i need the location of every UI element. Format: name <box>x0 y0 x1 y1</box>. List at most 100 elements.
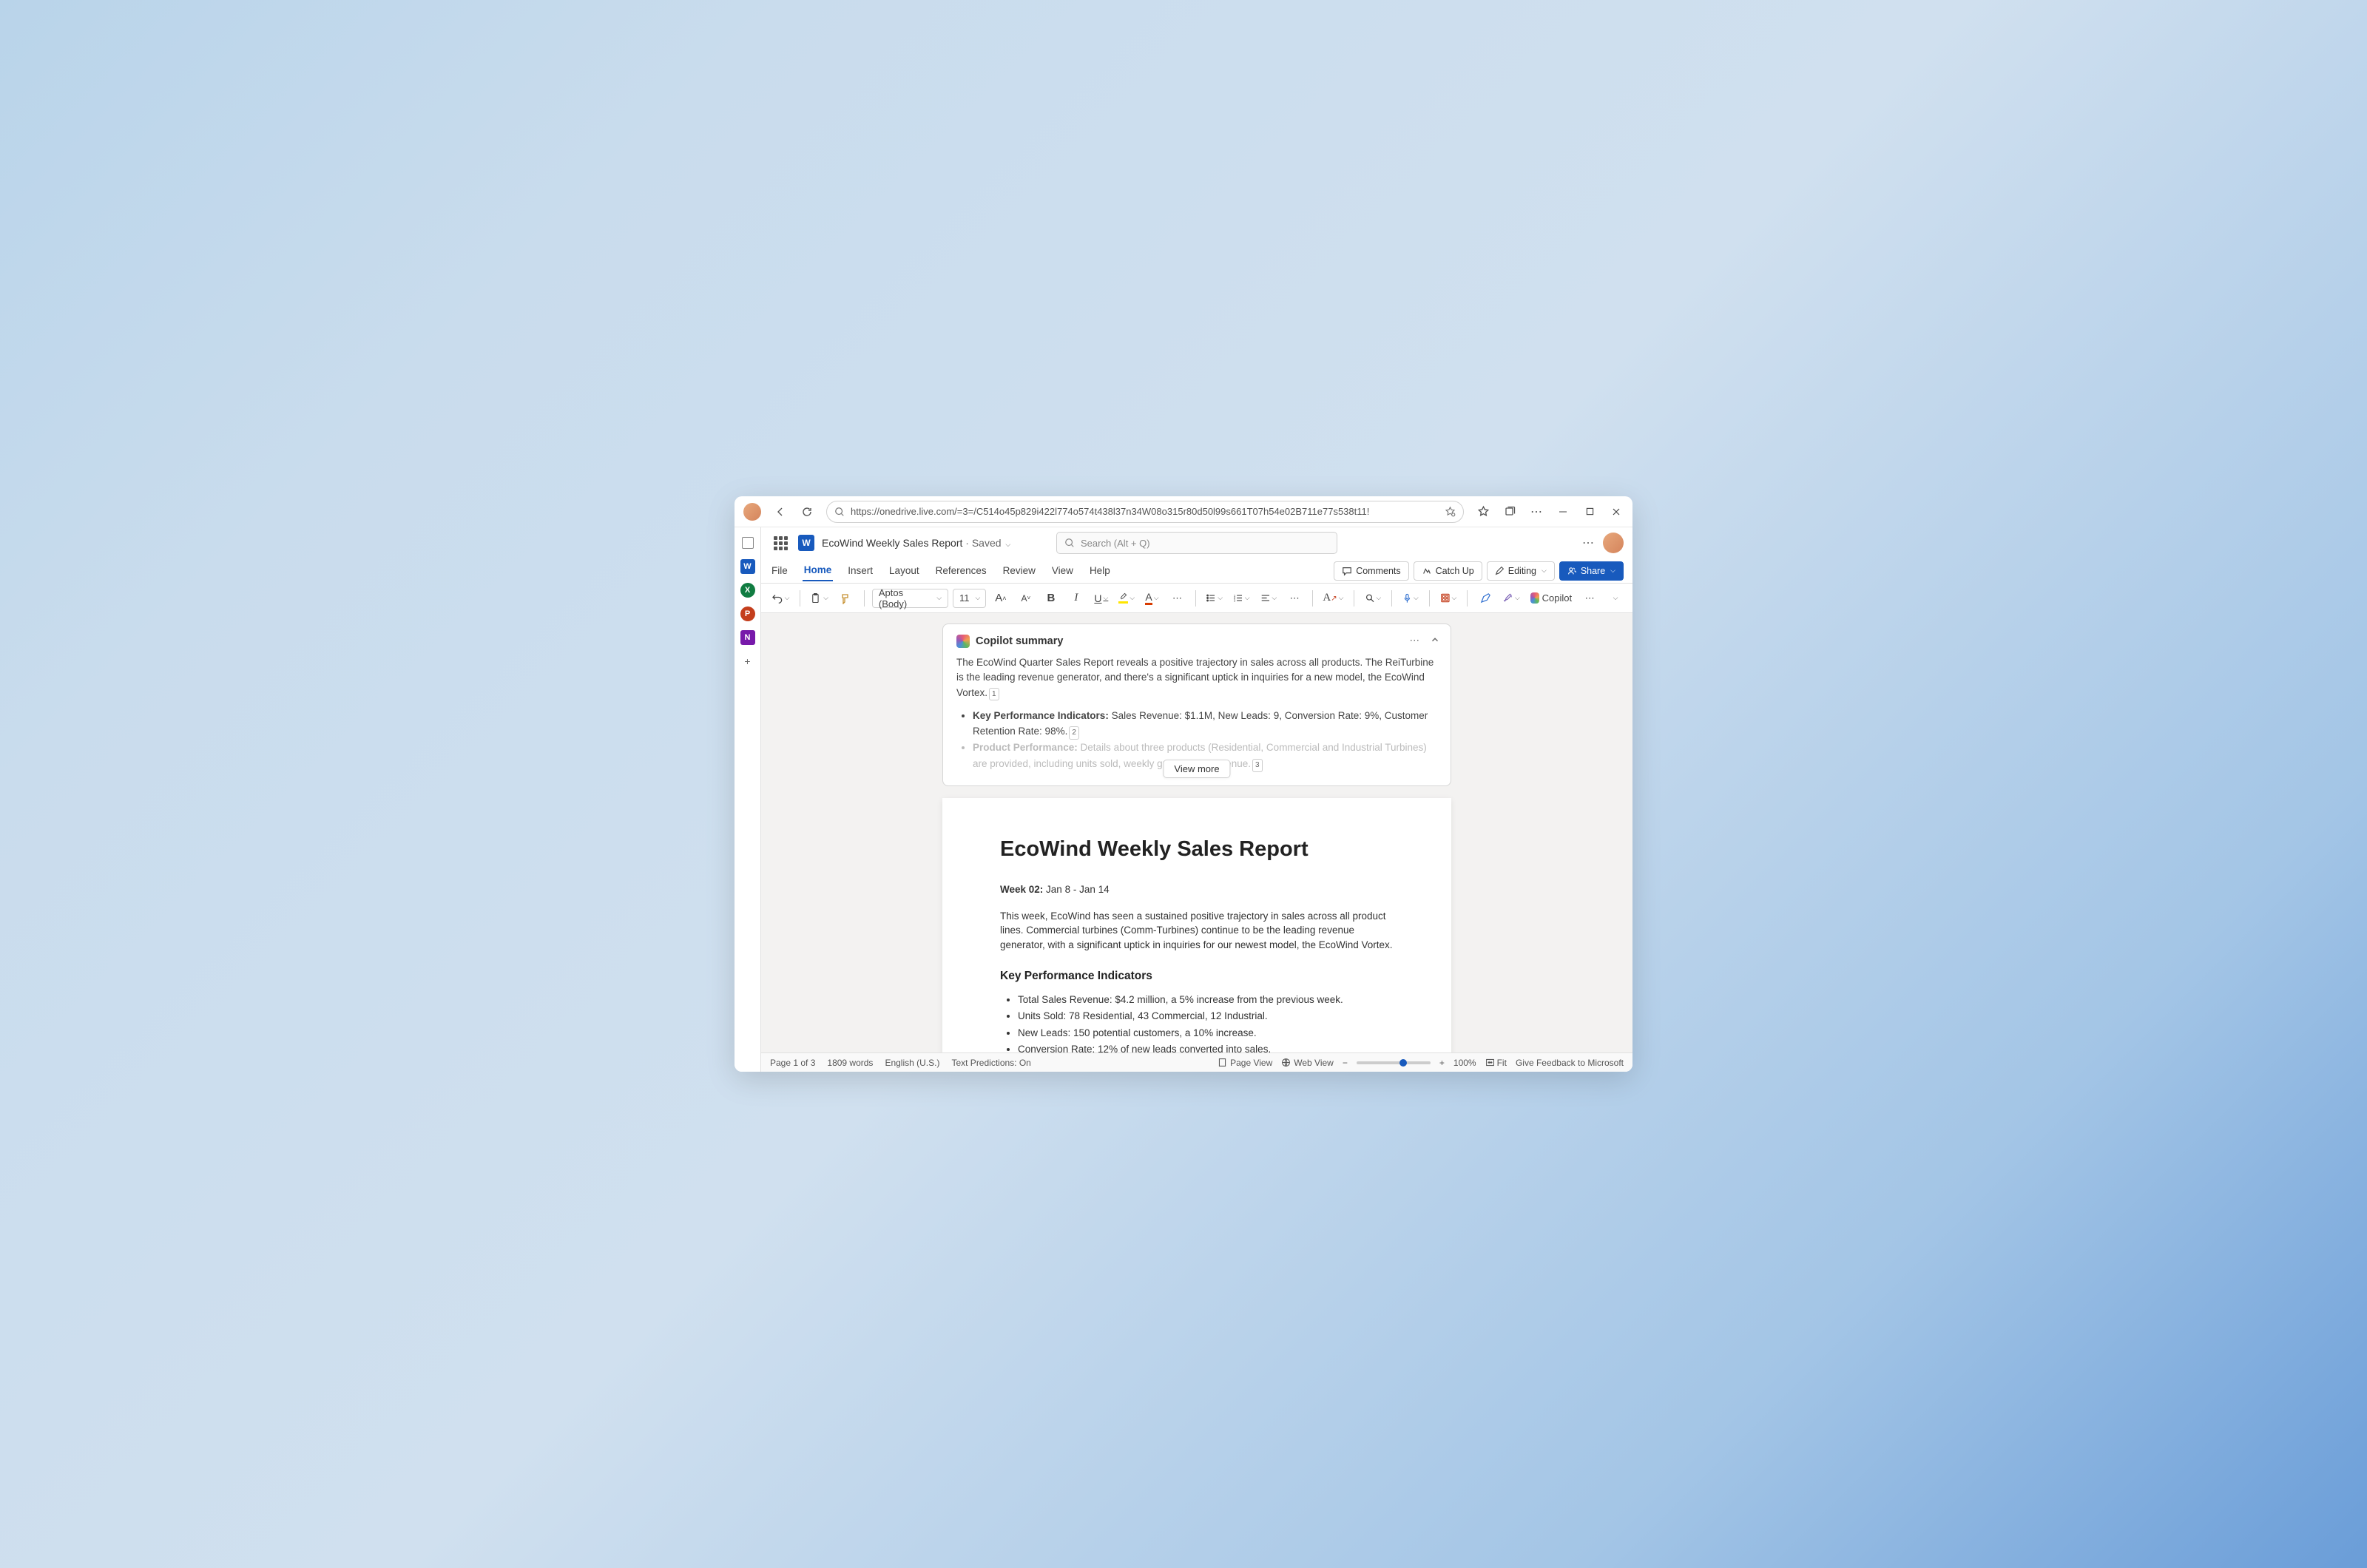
font-family-select[interactable]: Aptos (Body)⌵ <box>872 589 948 608</box>
close-window-button[interactable] <box>1604 500 1628 524</box>
comments-button[interactable]: Comments <box>1334 561 1408 581</box>
grow-font-button[interactable]: A˄ <box>990 588 1011 609</box>
rail-powerpoint-icon[interactable]: P <box>738 604 757 624</box>
copilot-button[interactable]: Copilot <box>1527 588 1575 609</box>
more-paragraph-icon[interactable]: ⋯ <box>1284 588 1305 609</box>
word-count[interactable]: 1809 words <box>827 1058 873 1068</box>
editor-button[interactable] <box>1475 588 1496 609</box>
format-painter-button[interactable] <box>836 588 857 609</box>
shrink-font-button[interactable]: A˅ <box>1016 588 1036 609</box>
browser-window: https://onedrive.live.com/=3=/C514o45p82… <box>735 496 1632 1072</box>
italic-button[interactable]: I <box>1066 588 1087 609</box>
kpi-heading: Key Performance Indicators <box>1000 968 1394 984</box>
tab-review[interactable]: Review <box>1002 561 1037 581</box>
word-logo-icon: W <box>798 535 814 551</box>
tab-references[interactable]: References <box>934 561 988 581</box>
main-area: W X P N + W EcoWind Weekly Sales Report … <box>735 527 1632 1072</box>
document-canvas: Copilot summary ⋯ The EcoWind Quarter Sa… <box>761 613 1632 1052</box>
copilot-bullet-kpi: Key Performance Indicators: Sales Revenu… <box>973 708 1437 740</box>
address-bar[interactable]: https://onedrive.live.com/=3=/C514o45p82… <box>826 501 1464 523</box>
catchup-button[interactable]: Catch Up <box>1414 561 1482 581</box>
doc-intro: This week, EcoWind has seen a sustained … <box>1000 909 1394 953</box>
fit-button[interactable]: Fit <box>1485 1058 1507 1068</box>
rail-word-icon[interactable]: W <box>738 557 757 576</box>
citation-1[interactable]: 1 <box>989 688 999 700</box>
page-indicator[interactable]: Page 1 of 3 <box>770 1058 815 1068</box>
settings-menu-icon[interactable]: ⋯ <box>1582 535 1594 550</box>
status-bar: Page 1 of 3 1809 words English (U.S.) Te… <box>761 1052 1632 1072</box>
document-page[interactable]: EcoWind Weekly Sales Report Week 02: Jan… <box>942 798 1451 1052</box>
search-icon <box>834 507 845 517</box>
tab-insert[interactable]: Insert <box>846 561 874 581</box>
browser-menu-icon[interactable]: ⋯ <box>1524 500 1548 524</box>
rail-add-icon[interactable]: + <box>738 652 757 671</box>
word-app: W EcoWind Weekly Sales Report · Saved ⌵ … <box>761 527 1632 1072</box>
rail-excel-icon[interactable]: X <box>738 581 757 600</box>
feedback-link[interactable]: Give Feedback to Microsoft <box>1516 1058 1624 1068</box>
tab-layout[interactable]: Layout <box>888 561 921 581</box>
zoom-in-button[interactable]: + <box>1439 1058 1445 1068</box>
undo-button[interactable]: ⌵ <box>769 588 792 609</box>
ribbon-collapse-button[interactable]: ⌵ <box>1604 588 1625 609</box>
reading-list-icon[interactable] <box>1445 506 1456 517</box>
highlight-button[interactable]: ⌵ <box>1116 588 1138 609</box>
back-button[interactable] <box>769 500 792 524</box>
tab-view[interactable]: View <box>1050 561 1075 581</box>
account-avatar[interactable] <box>1603 533 1624 553</box>
url-text: https://onedrive.live.com/=3=/C514o45p82… <box>851 506 1439 517</box>
tab-file[interactable]: File <box>770 561 789 581</box>
web-view-button[interactable]: Web View <box>1281 1058 1334 1068</box>
search-icon <box>1064 538 1075 548</box>
profile-avatar[interactable] <box>743 503 761 521</box>
underline-button[interactable]: U⌵ <box>1091 588 1112 609</box>
font-size-select[interactable]: 11⌵ <box>953 589 986 608</box>
paste-button[interactable]: ⌵ <box>808 588 831 609</box>
page-view-button[interactable]: Page View <box>1218 1058 1272 1068</box>
more-font-icon[interactable]: ⋯ <box>1167 588 1188 609</box>
maximize-button[interactable] <box>1578 500 1601 524</box>
copilot-rewrite-button[interactable]: ⌵ <box>1500 588 1523 609</box>
language-indicator[interactable]: English (U.S.) <box>885 1058 939 1068</box>
zoom-level[interactable]: 100% <box>1453 1058 1476 1068</box>
numbering-button[interactable]: 123⌵ <box>1230 588 1253 609</box>
zoom-slider[interactable] <box>1357 1061 1431 1064</box>
document-title[interactable]: EcoWind Weekly Sales Report · Saved ⌵ <box>822 537 1010 549</box>
find-button[interactable]: ⌵ <box>1362 588 1385 609</box>
app-launcher-icon[interactable] <box>770 533 791 553</box>
zoom-out-button[interactable]: − <box>1343 1058 1348 1068</box>
more-commands-icon[interactable]: ⋯ <box>1579 588 1600 609</box>
refresh-button[interactable] <box>795 500 819 524</box>
align-button[interactable]: ⌵ <box>1257 588 1280 609</box>
copilot-card-menu-icon[interactable]: ⋯ <box>1410 635 1420 646</box>
favorites-icon[interactable] <box>1471 500 1495 524</box>
collections-icon[interactable] <box>1498 500 1522 524</box>
dictate-button[interactable]: ⌵ <box>1399 588 1422 609</box>
copilot-card-collapse-icon[interactable] <box>1430 635 1440 645</box>
rail-onenote-icon[interactable]: N <box>738 628 757 647</box>
share-button[interactable]: Share⌵ <box>1559 561 1624 581</box>
tab-help[interactable]: Help <box>1088 561 1112 581</box>
tab-home[interactable]: Home <box>803 560 834 581</box>
browser-chrome: https://onedrive.live.com/=3=/C514o45p82… <box>735 496 1632 527</box>
doc-heading: EcoWind Weekly Sales Report <box>1000 834 1394 865</box>
editing-button[interactable]: Editing⌵ <box>1487 561 1555 581</box>
minimize-button[interactable] <box>1551 500 1575 524</box>
copilot-intro-text: The EcoWind Quarter Sales Report reveals… <box>956 655 1437 700</box>
search-input[interactable]: Search (Alt + Q) <box>1056 532 1337 554</box>
styles-button[interactable]: A↗⌵ <box>1320 588 1346 609</box>
bullets-button[interactable]: ⌵ <box>1203 588 1226 609</box>
designer-button[interactable]: ⌵ <box>1437 588 1460 609</box>
citation-3[interactable]: 3 <box>1252 759 1263 772</box>
ribbon-tabs: File Home Insert Layout References Revie… <box>761 558 1632 584</box>
doc-week-line: Week 02: Jan 8 - Jan 14 <box>1000 882 1394 897</box>
app-rail: W X P N + <box>735 527 761 1072</box>
text-predictions[interactable]: Text Predictions: On <box>951 1058 1030 1068</box>
rail-home-icon[interactable] <box>738 533 757 552</box>
font-color-button[interactable]: A⌵ <box>1142 588 1163 609</box>
citation-2[interactable]: 2 <box>1069 726 1079 740</box>
kpi-list: Total Sales Revenue: $4.2 million, a 5% … <box>1000 993 1394 1052</box>
bold-button[interactable]: B <box>1041 588 1061 609</box>
copilot-summary-card: Copilot summary ⋯ The EcoWind Quarter Sa… <box>942 624 1451 786</box>
view-more-button[interactable]: View more <box>1163 760 1230 778</box>
copilot-logo-icon <box>956 635 970 648</box>
